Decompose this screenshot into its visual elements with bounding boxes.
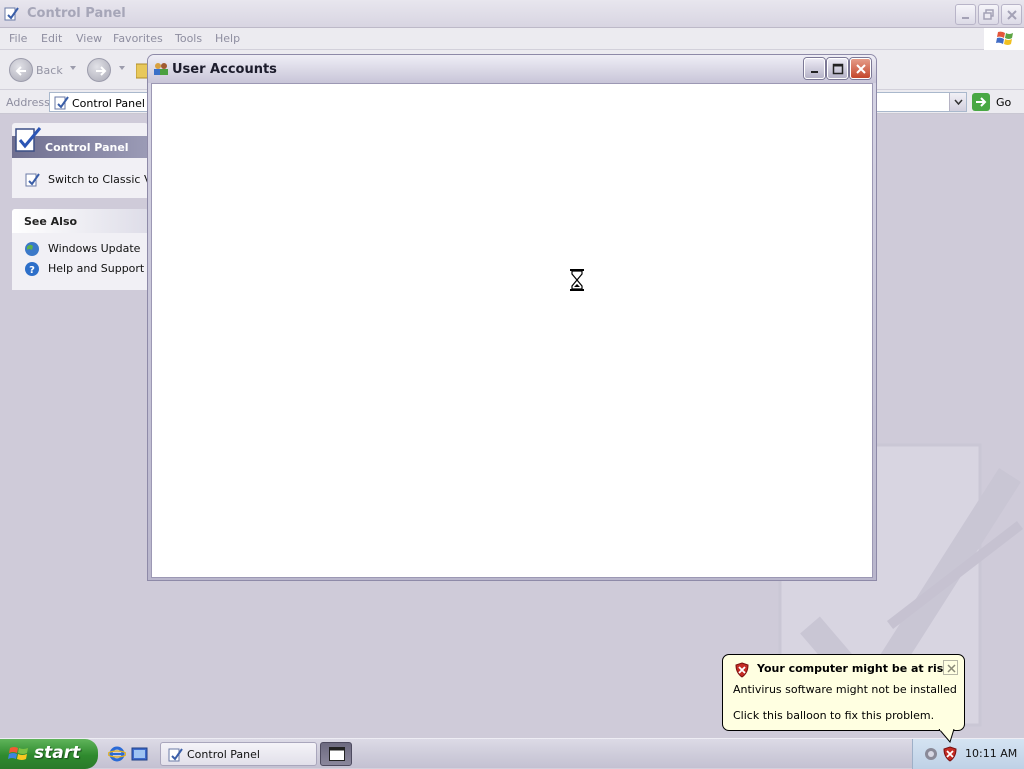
menu-edit[interactable]: Edit — [41, 32, 62, 45]
window-icon — [329, 747, 345, 764]
user-accounts-title: User Accounts — [172, 62, 277, 77]
start-button[interactable]: start — [0, 739, 98, 769]
forward-button[interactable] — [87, 58, 111, 82]
balloon-message-line2: Click this balloon to fix this problem. — [733, 709, 935, 722]
taskbar: start Control Panel 10:11 AM — [0, 738, 1024, 769]
go-arrow-icon — [972, 93, 990, 111]
go-button[interactable]: Go — [972, 93, 1022, 111]
side-panel-title: Control Panel — [45, 141, 129, 154]
windows-update-link[interactable]: Windows Update — [24, 241, 140, 260]
help-support-label: Help and Support — [48, 262, 145, 275]
control-panel-side-panel: Control Panel Switch to Classic View — [12, 123, 148, 198]
taskbar-control-panel-label: Control Panel — [187, 748, 260, 761]
address-label: Address — [6, 96, 50, 109]
windows-update-icon — [24, 242, 40, 260]
balloon-message-line1: Antivirus software might not be installe… — [733, 683, 957, 696]
help-icon: ? — [24, 262, 40, 280]
back-label: Back — [36, 64, 63, 77]
security-shield-icon — [734, 662, 750, 681]
forward-dropdown-icon[interactable] — [119, 66, 125, 70]
restore-button[interactable] — [978, 4, 999, 25]
control-panel-icon — [24, 173, 40, 191]
menu-favorites[interactable]: Favorites — [113, 32, 163, 45]
minimize-button[interactable] — [804, 58, 825, 79]
control-panel-titlebar[interactable]: Control Panel — [0, 0, 1024, 28]
user-accounts-window: User Accounts — [147, 54, 877, 581]
maximize-button[interactable] — [827, 58, 848, 79]
windows-flag-icon — [8, 745, 30, 766]
clock: 10:11 AM — [965, 747, 1018, 760]
back-button[interactable] — [9, 58, 33, 82]
svg-text:?: ? — [29, 265, 35, 276]
close-button[interactable] — [850, 58, 871, 79]
control-panel-icon — [167, 747, 183, 766]
balloon-title: Your computer might be at risk — [757, 662, 951, 675]
windows-logo-icon — [984, 28, 1024, 50]
network-icon[interactable] — [923, 746, 939, 765]
switch-classic-view-link[interactable]: Switch to Classic View — [24, 172, 148, 191]
window-title: Control Panel — [27, 6, 126, 21]
show-desktop-icon[interactable] — [131, 745, 149, 766]
menu-file[interactable]: File — [9, 32, 27, 45]
security-shield-icon[interactable] — [942, 746, 958, 765]
back-dropdown-icon[interactable] — [70, 66, 76, 70]
see-also-title: See Also — [24, 215, 78, 228]
help-support-link[interactable]: ? Help and Support — [24, 261, 144, 280]
security-balloon[interactable]: Your computer might be at risk Antivirus… — [722, 654, 965, 731]
user-accounts-client-area — [151, 83, 873, 578]
close-button[interactable] — [1001, 4, 1022, 25]
user-accounts-icon — [153, 61, 169, 80]
go-label: Go — [996, 96, 1012, 109]
hourglass-icon — [570, 269, 584, 294]
balloon-close-button[interactable] — [943, 660, 958, 675]
switch-classic-view-label: Switch to Classic View — [48, 173, 148, 186]
internet-explorer-icon[interactable] — [107, 745, 127, 766]
system-tray: 10:11 AM — [912, 739, 1024, 769]
taskbar-control-panel-button[interactable]: Control Panel — [160, 742, 317, 766]
menu-bar: File Edit View Favorites Tools Help — [0, 28, 1024, 50]
control-panel-icon — [3, 6, 19, 22]
user-accounts-titlebar[interactable]: User Accounts — [148, 55, 876, 83]
balloon-pointer — [938, 729, 955, 743]
menu-view[interactable]: View — [76, 32, 102, 45]
start-label: start — [34, 743, 81, 763]
address-value: Control Panel — [72, 97, 145, 110]
address-dropdown-button[interactable] — [949, 93, 966, 111]
taskbar-window-button[interactable] — [320, 742, 352, 766]
minimize-button[interactable] — [955, 4, 976, 25]
control-panel-large-icon — [13, 125, 43, 158]
windows-update-label: Windows Update — [48, 242, 141, 255]
see-also-panel: See Also Windows Update ? Help and Suppo… — [12, 209, 148, 290]
menu-help[interactable]: Help — [215, 32, 240, 45]
menu-tools[interactable]: Tools — [175, 32, 202, 45]
control-panel-icon — [53, 95, 69, 114]
